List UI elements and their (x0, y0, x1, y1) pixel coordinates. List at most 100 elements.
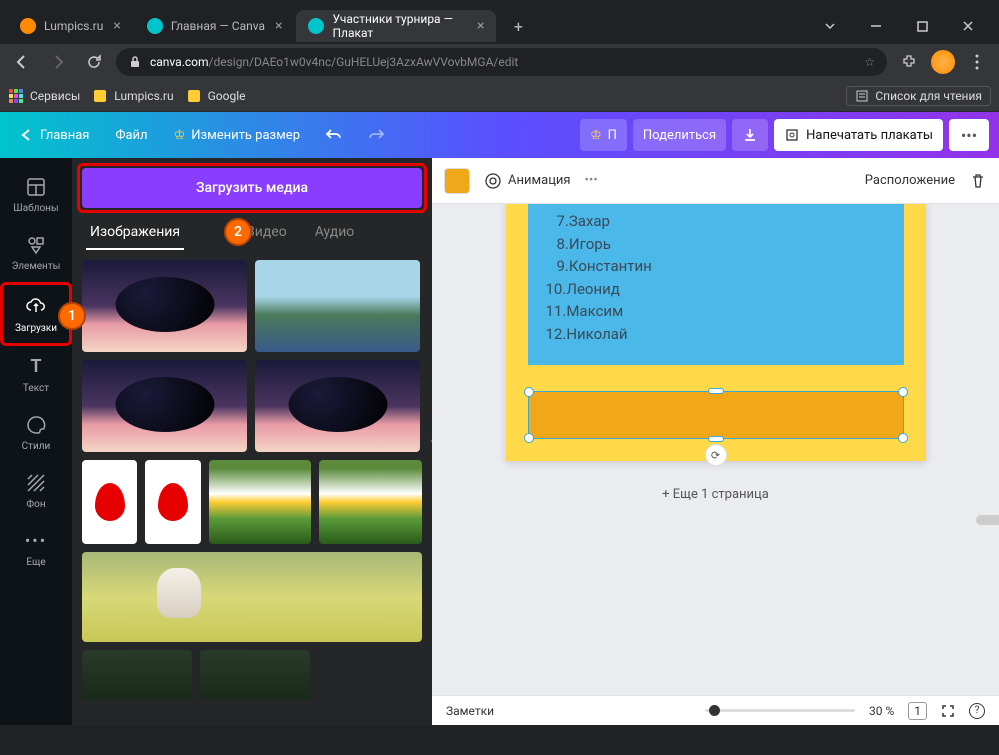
help-icon[interactable]: ? (969, 703, 985, 719)
upload-label: Загрузить медиа (196, 180, 308, 196)
selected-element[interactable]: ⟳ (528, 391, 904, 439)
resize-handle[interactable] (898, 387, 908, 397)
rail-background[interactable]: Фон (4, 462, 68, 518)
color-swatch[interactable] (444, 168, 470, 194)
rail-label: Стили (22, 441, 51, 452)
bookmark-item[interactable]: Lumpics.ru (92, 88, 173, 104)
browser-tab[interactable]: Главная — Canva × (135, 10, 295, 42)
resize-handle[interactable] (898, 433, 908, 443)
chevron-down-icon[interactable] (807, 11, 853, 41)
url-host: canva.com (150, 55, 209, 69)
thumbnail-image[interactable] (319, 460, 422, 544)
notes-button[interactable]: Заметки (446, 704, 494, 718)
thumbnail-image[interactable] (82, 552, 422, 642)
print-button[interactable]: Напечатать плакаты (774, 119, 943, 151)
menu-icon[interactable] (963, 48, 991, 76)
reading-list-button[interactable]: Список для чтения (846, 86, 991, 106)
bookmark-apps[interactable]: Сервисы (8, 88, 80, 104)
delete-button[interactable] (969, 172, 987, 190)
browser-tabs-row: Lumpics.ru × Главная — Canva × Участники… (0, 8, 999, 44)
browser-tab-active[interactable]: Участники турнира — Плакат × (296, 10, 496, 42)
media-tabs: Изображения 2 Видео Аудио (72, 216, 432, 250)
rail-templates[interactable]: Шаблоны (4, 166, 68, 222)
list-item[interactable]: 8.Игорь (546, 233, 886, 256)
position-button[interactable]: Расположение (865, 173, 955, 188)
zoom-slider[interactable] (705, 709, 855, 712)
zoom-level[interactable]: 30 % (869, 704, 894, 718)
redo-button[interactable] (358, 119, 394, 151)
thumbnail-image[interactable] (82, 360, 247, 452)
rail-uploads[interactable]: Загрузки 1 (4, 286, 68, 342)
tab-audio[interactable]: Аудио (311, 216, 359, 250)
profile-avatar[interactable] (931, 50, 955, 74)
poster-blue-box[interactable]: 7.Захар 8.Игорь 9.Константин 10.Леонид 1… (528, 204, 904, 365)
close-icon[interactable]: × (113, 18, 120, 34)
thumbnail-image[interactable] (209, 460, 312, 544)
resize-handle[interactable] (524, 433, 534, 443)
tab-favicon (308, 18, 324, 34)
file-button[interactable]: Файл (105, 119, 157, 151)
resize-handle[interactable] (524, 387, 534, 397)
extensions-icon[interactable] (895, 48, 923, 76)
list-item[interactable]: 12.Николай (546, 323, 886, 346)
list-item[interactable]: 10.Леонид (546, 278, 886, 301)
tab-label: Изображения (90, 224, 180, 240)
new-tab-button[interactable]: + (504, 12, 532, 40)
upload-media-button[interactable]: Загрузить медиа (82, 168, 422, 208)
more-button[interactable]: ••• (949, 119, 989, 151)
cloud-upload-icon (24, 295, 48, 319)
list-item[interactable]: 7.Захар (546, 210, 886, 233)
undo-button[interactable] (316, 119, 352, 151)
reload-button[interactable] (80, 48, 108, 76)
add-page-button[interactable]: + Еще 1 страница (662, 487, 769, 502)
list-item[interactable]: 11.Максим (546, 300, 886, 323)
thumbnail-image[interactable] (82, 460, 137, 544)
thumbnail-image[interactable] (200, 650, 310, 700)
page-indicator[interactable]: 1 (908, 702, 927, 720)
resize-handle[interactable] (708, 388, 724, 394)
crown-icon: ♔ (590, 128, 602, 143)
close-icon[interactable]: × (275, 18, 282, 34)
download-button[interactable] (732, 119, 768, 151)
star-icon[interactable]: ☆ (864, 55, 875, 69)
rail-text[interactable]: TТекст (4, 346, 68, 402)
home-label: Главная (40, 128, 89, 143)
scrollbar-thumb[interactable] (976, 515, 999, 525)
more-options-button[interactable]: ••• (585, 173, 598, 188)
thumbnail-image[interactable] (82, 650, 192, 700)
poster-canvas[interactable]: 7.Захар 8.Игорь 9.Константин 10.Леонид 1… (506, 204, 926, 461)
pro-label: П (608, 128, 617, 143)
close-window-button[interactable] (945, 11, 991, 41)
slider-thumb[interactable] (709, 705, 720, 716)
resize-handle[interactable] (708, 436, 724, 442)
rail-styles[interactable]: Стили (4, 404, 68, 460)
rail-elements[interactable]: Элементы (4, 224, 68, 280)
list-item[interactable]: 9.Константин (546, 255, 886, 278)
animation-button[interactable]: Анимация (484, 172, 571, 190)
canvas-scroll[interactable]: 7.Захар 8.Игорь 9.Константин 10.Леонид 1… (432, 204, 999, 695)
rail-label: Шаблоны (13, 203, 58, 214)
url-path: /design/DAEo1w0v4nc/GuHELUej3AzxAwVVovbM… (209, 55, 519, 69)
tab-images[interactable]: Изображения (86, 216, 184, 250)
thumbnail-image[interactable] (255, 260, 420, 352)
palette-icon (24, 413, 48, 437)
close-icon[interactable]: × (477, 18, 484, 34)
resize-button[interactable]: ♔Изменить размер (164, 119, 310, 151)
thumbnail-image[interactable] (145, 460, 200, 544)
fullscreen-icon[interactable] (941, 704, 955, 718)
minimize-button[interactable] (853, 11, 899, 41)
forward-button[interactable] (44, 48, 72, 76)
rotate-handle[interactable]: ⟳ (705, 444, 727, 466)
address-bar[interactable]: canva.com/design/DAEo1w0v4nc/GuHELUej3Az… (116, 48, 887, 76)
rail-more[interactable]: •••Еще (4, 520, 68, 576)
pro-button[interactable]: ♔П (580, 119, 627, 151)
back-button[interactable] (8, 48, 36, 76)
thumbnail-image[interactable] (255, 360, 420, 452)
thumbnail-image[interactable] (82, 260, 247, 352)
bookmark-item[interactable]: Google (186, 88, 246, 104)
browser-tab[interactable]: Lumpics.ru × (8, 10, 133, 42)
home-button[interactable]: Главная (10, 119, 99, 151)
background-icon (24, 471, 48, 495)
maximize-button[interactable] (899, 11, 945, 41)
share-button[interactable]: Поделиться (633, 119, 726, 151)
